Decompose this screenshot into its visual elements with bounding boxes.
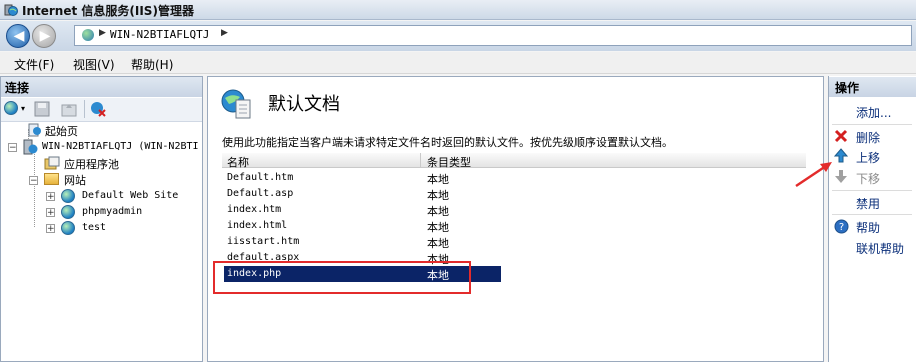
actions-divider: [832, 190, 912, 191]
tree-item-server[interactable]: WIN-N2BTIAFLQTJ (WIN-N2BTI: [42, 141, 200, 152]
dropdown-arrow-icon[interactable]: ▾: [21, 104, 25, 113]
table-row-type[interactable]: 本地: [427, 235, 449, 251]
action-remove[interactable]: 删除: [856, 129, 880, 146]
help-icon[interactable]: ?: [834, 219, 849, 234]
breadcrumb-server[interactable]: WIN-N2BTIAFLQTJ: [110, 28, 209, 41]
feature-description: 使用此功能指定当客户端未请求特定文件名时返回的默认文件。按优先级顺序设置默认文档…: [222, 136, 673, 149]
save-icon[interactable]: [34, 101, 50, 117]
menu-view[interactable]: 视图(V): [73, 56, 115, 73]
collapse-icon[interactable]: −: [29, 176, 38, 186]
start-page-icon: [28, 123, 41, 137]
table-row-name[interactable]: Default.asp: [227, 188, 293, 199]
connect-icon[interactable]: [4, 101, 18, 115]
back-button[interactable]: ◀: [6, 24, 30, 48]
server-globe-icon: [82, 29, 94, 41]
expand-icon[interactable]: +: [46, 192, 55, 202]
annotation-highlight-box: [213, 261, 471, 294]
action-move-down: 下移: [856, 172, 881, 186]
tree-item-start-page[interactable]: 起始页: [45, 123, 78, 139]
action-move-up[interactable]: 上移: [856, 149, 880, 166]
menu-help[interactable]: 帮助(H): [131, 56, 173, 73]
page-title: 默认文档: [268, 94, 340, 115]
app-pool-icon: [44, 156, 60, 170]
window-title: Internet 信息服务(IIS)管理器: [22, 4, 194, 18]
action-disable[interactable]: 禁用: [856, 195, 880, 212]
expand-icon[interactable]: +: [46, 208, 55, 218]
disconnect-icon[interactable]: [90, 101, 106, 117]
tree-item-site[interactable]: phpmyadmin: [82, 206, 142, 217]
table-row-name[interactable]: index.html: [227, 220, 287, 231]
website-globe-icon: [61, 221, 75, 235]
feature-panel: [207, 76, 824, 362]
action-add[interactable]: 添加...: [856, 104, 891, 121]
connections-title: 连接: [1, 77, 202, 97]
website-globe-icon: [61, 205, 75, 219]
arrow-down-icon: [835, 170, 847, 183]
tree-line: [34, 152, 35, 227]
table-row-type[interactable]: 本地: [427, 219, 449, 235]
expand-icon[interactable]: +: [46, 224, 55, 234]
server-icon: [23, 139, 38, 155]
tree-item-site[interactable]: Default Web Site: [82, 190, 178, 201]
list-header: [222, 153, 806, 168]
table-row-type[interactable]: 本地: [427, 171, 449, 187]
table-row-type[interactable]: 本地: [427, 187, 449, 203]
action-online-help[interactable]: 联机帮助: [856, 240, 904, 257]
actions-divider: [832, 124, 912, 125]
website-globe-icon: [61, 189, 75, 203]
toolbar-divider: [84, 100, 85, 118]
arrow-right-icon: ▶: [39, 28, 51, 44]
collapse-icon[interactable]: −: [8, 143, 17, 153]
column-header-type[interactable]: 条目类型: [427, 154, 471, 170]
arrow-left-icon: ◀: [13, 28, 25, 44]
annotation-arrow-icon: [795, 162, 832, 188]
breadcrumb-separator[interactable]: ▶: [99, 28, 106, 38]
table-row-name[interactable]: iisstart.htm: [227, 236, 299, 247]
column-divider[interactable]: [420, 153, 421, 168]
forward-button[interactable]: ▶: [32, 24, 56, 48]
menu-file[interactable]: 文件(F): [14, 56, 54, 73]
svg-text:?: ?: [839, 222, 844, 233]
tree-item-sites[interactable]: 网站: [64, 172, 86, 188]
actions-title: 操作: [829, 77, 916, 97]
breadcrumb-separator[interactable]: ▶: [221, 28, 228, 38]
action-help[interactable]: 帮助: [856, 219, 880, 236]
tree-item-site[interactable]: test: [82, 222, 106, 233]
arrow-up-icon[interactable]: [834, 148, 848, 163]
table-row-type[interactable]: 本地: [427, 203, 449, 219]
tree-item-app-pools[interactable]: 应用程序池: [64, 156, 119, 172]
column-header-name[interactable]: 名称: [227, 154, 249, 170]
default-document-icon: [221, 89, 251, 119]
actions-divider: [832, 214, 912, 215]
iis-manager-icon: [4, 4, 18, 16]
delete-icon[interactable]: [834, 129, 848, 143]
table-row-name[interactable]: Default.htm: [227, 172, 293, 183]
up-level-icon[interactable]: [61, 101, 77, 117]
sites-folder-icon: [44, 173, 59, 185]
table-row-name[interactable]: index.htm: [227, 204, 281, 215]
